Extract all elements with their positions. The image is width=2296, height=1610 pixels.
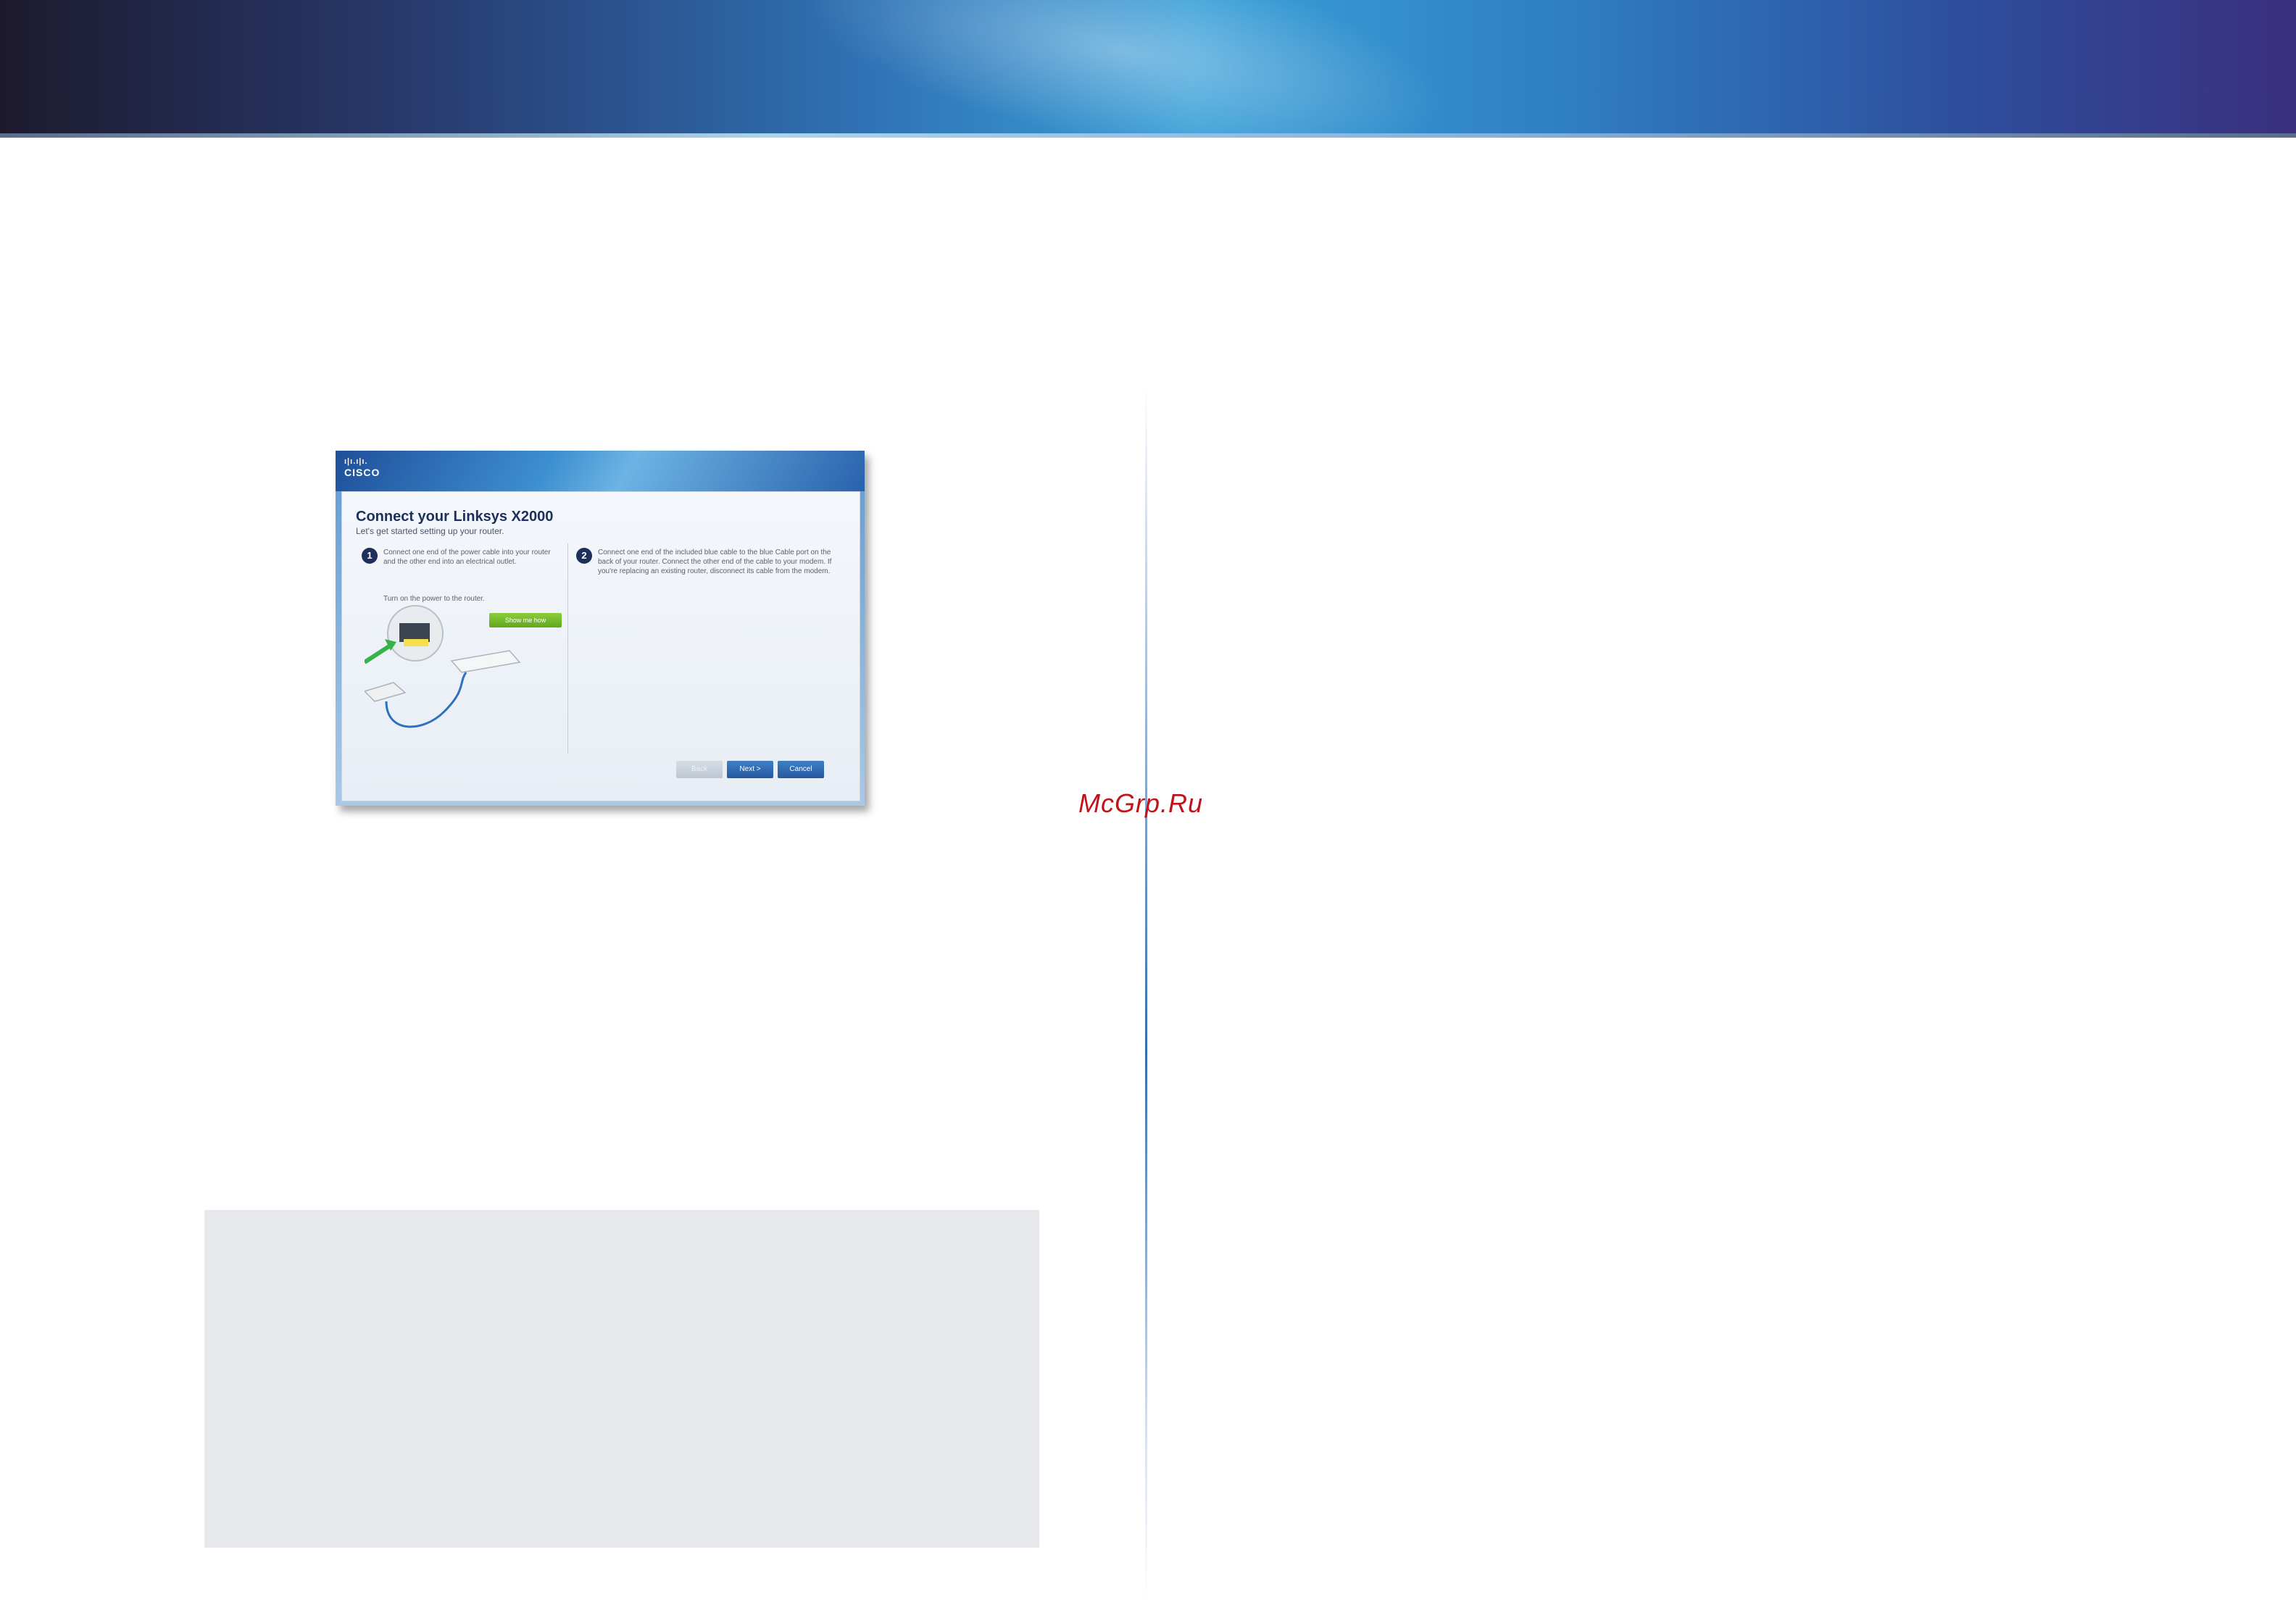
next-button[interactable]: Next > [727, 761, 773, 778]
step-2-badge: 2 [576, 548, 592, 564]
header-banner [0, 0, 2296, 138]
cisco-wordmark: CISCO [344, 467, 380, 478]
wizard-header: ı|ı.ı|ı. CISCO [336, 451, 865, 491]
setup-wizard-screenshot: ı|ı.ı|ı. CISCO Connect your Linksys X200… [336, 451, 865, 806]
cisco-logo: ı|ı.ı|ı. CISCO [344, 456, 380, 478]
column-divider [567, 543, 568, 754]
wizard-title: Connect your Linksys X2000 [356, 509, 554, 525]
router-setup-illustration [365, 605, 521, 728]
step-1-text: Connect one end of the power cable into … [383, 549, 551, 566]
step-1-badge: 1 [362, 548, 378, 564]
step-2-text: Connect one end of the included blue cab… [598, 549, 832, 575]
note-box [204, 1210, 1039, 1548]
cisco-bars-icon: ı|ı.ı|ı. [344, 457, 368, 466]
cancel-button[interactable]: Cancel [778, 761, 824, 778]
column-divider-line [1145, 384, 1147, 1601]
watermark: McGrp.Ru [1078, 788, 1204, 818]
wizard-subtitle: Let's get started setting up your router… [356, 526, 504, 536]
back-button[interactable]: Back [676, 761, 723, 778]
